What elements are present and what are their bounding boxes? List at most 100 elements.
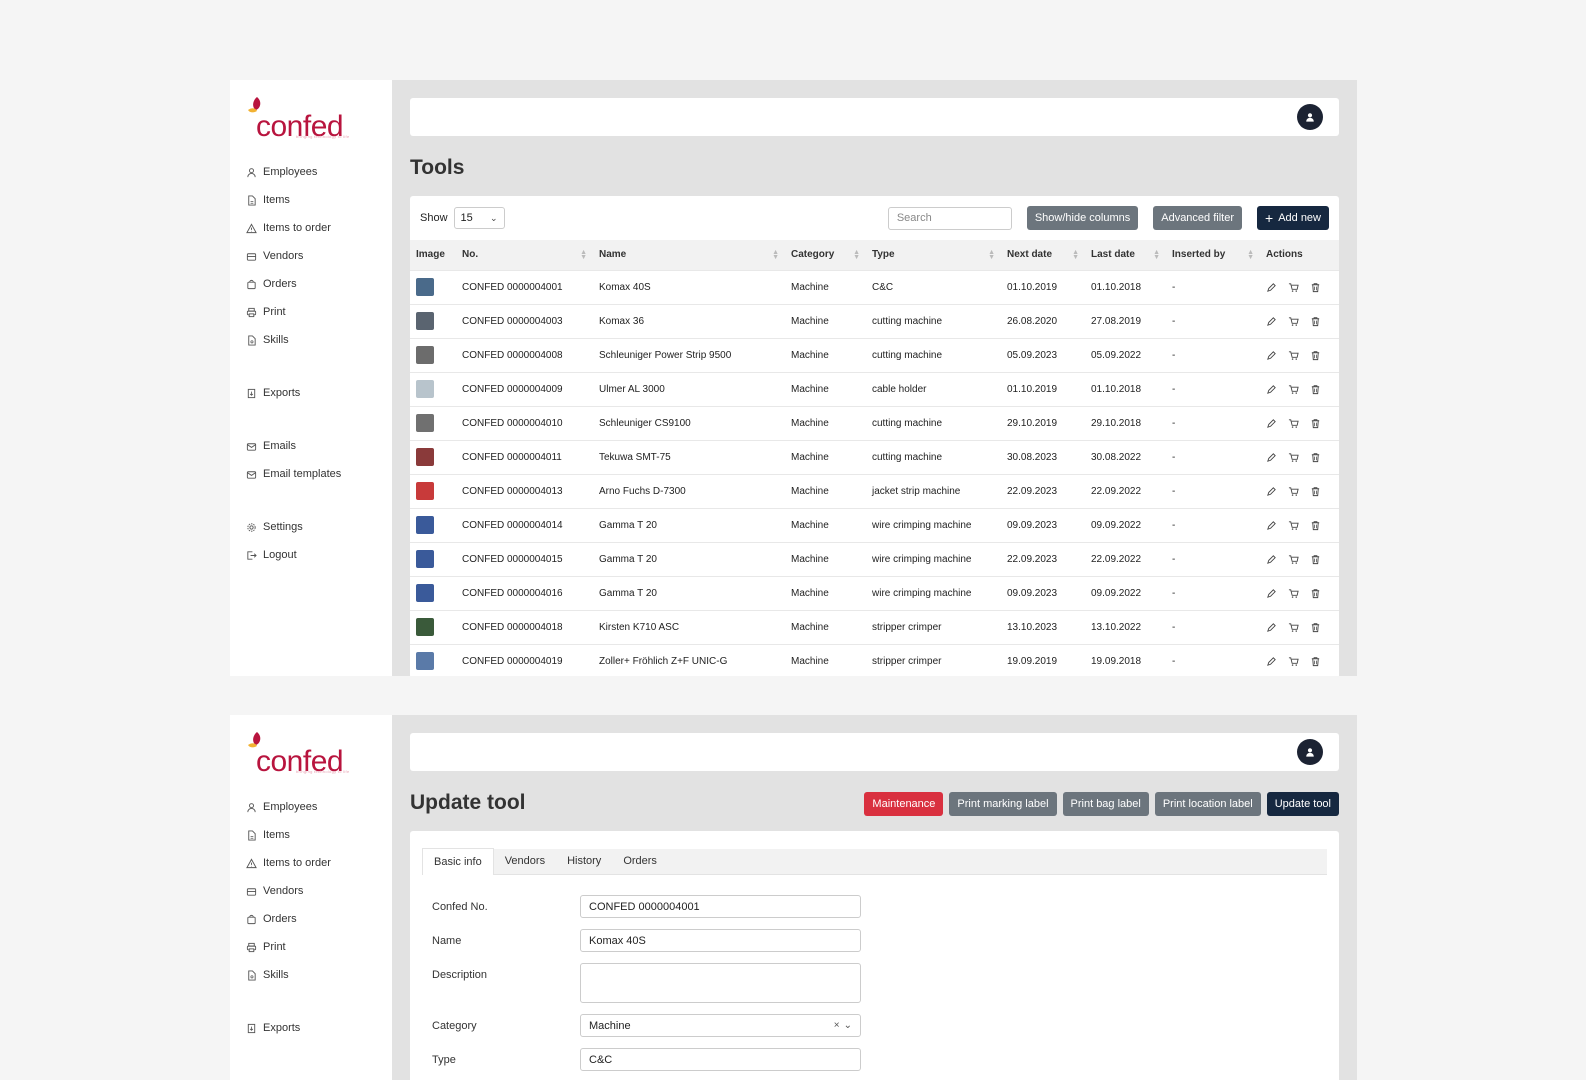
pencil-icon[interactable] — [1266, 316, 1277, 327]
sidebar-item-exports[interactable]: Exports — [246, 1014, 392, 1042]
trash-icon[interactable] — [1310, 486, 1321, 497]
cell-no[interactable]: CONFED 0000004008 — [456, 337, 593, 372]
pencil-icon[interactable] — [1266, 384, 1277, 395]
chevron-down-icon[interactable]: ⌄ — [844, 1020, 852, 1031]
cart-icon[interactable] — [1288, 282, 1299, 293]
column-header-name[interactable]: Name ▲ ▼ — [593, 240, 785, 270]
cell-no[interactable]: CONFED 0000004011 — [456, 439, 593, 474]
pencil-icon[interactable] — [1266, 588, 1277, 599]
pencil-icon[interactable] — [1266, 418, 1277, 429]
cell-name[interactable]: Arno Fuchs D-7300 — [593, 473, 785, 508]
cell-name[interactable]: Zoller+ Fröhlich Z+F UNIC-G — [593, 643, 785, 676]
table-row[interactable]: CONFED 0000004013 Arno Fuchs D-7300 Machin… — [410, 473, 1339, 508]
cell-no[interactable]: CONFED 0000004001 — [456, 269, 593, 304]
tool-thumbnail[interactable] — [416, 312, 434, 330]
trash-icon[interactable] — [1310, 622, 1321, 633]
trash-icon[interactable] — [1310, 282, 1321, 293]
trash-icon[interactable] — [1310, 384, 1321, 395]
table-row[interactable]: CONFED 0000004003 Komax 36 Machine cutting … — [410, 303, 1339, 338]
table-row[interactable]: CONFED 0000004014 Gamma T 20 Machine wire c… — [410, 507, 1339, 542]
sidebar-item-vendors[interactable]: Vendors — [246, 877, 392, 905]
trash-icon[interactable] — [1310, 350, 1321, 361]
cell-name[interactable]: Kirsten K710 ASC — [593, 609, 785, 644]
table-row[interactable]: CONFED 0000004009 Ulmer AL 3000 Machine cab… — [410, 371, 1339, 406]
cell-name[interactable]: Tekuwa SMT-75 — [593, 439, 785, 474]
add-new-button[interactable]: + Add new — [1257, 206, 1329, 230]
column-header-type[interactable]: Type ▲ ▼ — [866, 240, 1001, 270]
cart-icon[interactable] — [1288, 316, 1299, 327]
tool-thumbnail[interactable] — [416, 482, 434, 500]
print-bag-label-button[interactable]: Print bag label — [1062, 792, 1149, 816]
cell-no[interactable]: CONFED 0000004019 — [456, 643, 593, 676]
update-tool-button[interactable]: Update tool — [1266, 792, 1339, 816]
pencil-icon[interactable] — [1266, 622, 1277, 633]
sidebar-item-orders[interactable]: Orders — [246, 270, 392, 298]
column-header-last-date[interactable]: Last date ▲ ▼ — [1085, 240, 1166, 270]
column-header-next-date[interactable]: Next date ▲ ▼ — [1001, 240, 1085, 270]
description-textarea[interactable] — [580, 963, 861, 1003]
cell-name[interactable]: Ulmer AL 3000 — [593, 371, 785, 406]
cell-name[interactable]: Gamma T 20 — [593, 541, 785, 576]
table-row[interactable]: CONFED 0000004001 Komax 40S Machine C&C 01.1… — [410, 269, 1339, 304]
maintenance-button[interactable]: Maintenance — [864, 792, 944, 816]
column-header-inserted-by[interactable]: Inserted by ▲ ▼ — [1166, 240, 1260, 270]
sidebar-item-logout[interactable]: Logout — [246, 541, 392, 569]
cell-name[interactable]: Komax 40S — [593, 269, 785, 304]
brand-logo[interactable]: confed bringing technology to life — [246, 731, 392, 777]
tool-thumbnail[interactable] — [416, 584, 434, 602]
sidebar-item-emails[interactable]: Emails — [246, 432, 392, 460]
confed-no-input[interactable] — [580, 895, 861, 918]
pencil-icon[interactable] — [1266, 554, 1277, 565]
cell-no[interactable]: CONFED 0000004018 — [456, 609, 593, 644]
sidebar-item-employees[interactable]: Employees — [246, 793, 392, 821]
trash-icon[interactable] — [1310, 418, 1321, 429]
cell-no[interactable]: CONFED 0000004009 — [456, 371, 593, 406]
trash-icon[interactable] — [1310, 452, 1321, 463]
tab-vendors[interactable]: Vendors — [494, 848, 556, 874]
column-header-category[interactable]: Category ▲ ▼ — [785, 240, 866, 270]
tool-thumbnail[interactable] — [416, 346, 434, 364]
name-input[interactable] — [580, 929, 861, 952]
cart-icon[interactable] — [1288, 486, 1299, 497]
sidebar-item-settings[interactable]: Settings — [246, 513, 392, 541]
pencil-icon[interactable] — [1266, 656, 1277, 667]
sidebar-item-print[interactable]: Print — [246, 933, 392, 961]
cell-no[interactable]: CONFED 0000004015 — [456, 541, 593, 576]
sidebar-item-skills[interactable]: Skills — [246, 961, 392, 989]
cart-icon[interactable] — [1288, 452, 1299, 463]
show-hide-columns-button[interactable]: Show/hide columns — [1026, 206, 1139, 230]
pencil-icon[interactable] — [1266, 282, 1277, 293]
cart-icon[interactable] — [1288, 350, 1299, 361]
cell-no[interactable]: CONFED 0000004014 — [456, 507, 593, 542]
trash-icon[interactable] — [1310, 520, 1321, 531]
cart-icon[interactable] — [1288, 384, 1299, 395]
print-location-label-button[interactable]: Print location label — [1154, 792, 1261, 816]
sidebar-item-skills[interactable]: Skills — [246, 326, 392, 354]
tool-thumbnail[interactable] — [416, 448, 434, 466]
cell-name[interactable]: Gamma T 20 — [593, 507, 785, 542]
cart-icon[interactable] — [1288, 554, 1299, 565]
cell-name[interactable]: Schleuniger CS9100 — [593, 405, 785, 440]
search-input[interactable] — [887, 206, 1012, 230]
cell-name[interactable]: Komax 36 — [593, 303, 785, 338]
cart-icon[interactable] — [1288, 418, 1299, 429]
sidebar-item-items[interactable]: Items — [246, 186, 392, 214]
table-row[interactable]: CONFED 0000004015 Gamma T 20 Machine wire c… — [410, 541, 1339, 576]
tool-thumbnail[interactable] — [416, 278, 434, 296]
tool-thumbnail[interactable] — [416, 550, 434, 568]
cell-no[interactable]: CONFED 0000004016 — [456, 575, 593, 610]
trash-icon[interactable] — [1310, 554, 1321, 565]
tab-orders[interactable]: Orders — [612, 848, 668, 874]
sidebar-item-orders[interactable]: Orders — [246, 905, 392, 933]
sidebar-item-employees[interactable]: Employees — [246, 158, 392, 186]
sidebar-item-email-templates[interactable]: Email templates — [246, 460, 392, 488]
tool-thumbnail[interactable] — [416, 618, 434, 636]
sidebar-item-items[interactable]: Items — [246, 821, 392, 849]
cell-no[interactable]: CONFED 0000004003 — [456, 303, 593, 338]
tool-thumbnail[interactable] — [416, 380, 434, 398]
sidebar-item-vendors[interactable]: Vendors — [246, 242, 392, 270]
table-row[interactable]: CONFED 0000004010 Schleuniger CS9100 Machi… — [410, 405, 1339, 440]
tool-thumbnail[interactable] — [416, 516, 434, 534]
cell-no[interactable]: CONFED 0000004013 — [456, 473, 593, 508]
table-row[interactable]: CONFED 0000004011 Tekuwa SMT-75 Machine cut… — [410, 439, 1339, 474]
